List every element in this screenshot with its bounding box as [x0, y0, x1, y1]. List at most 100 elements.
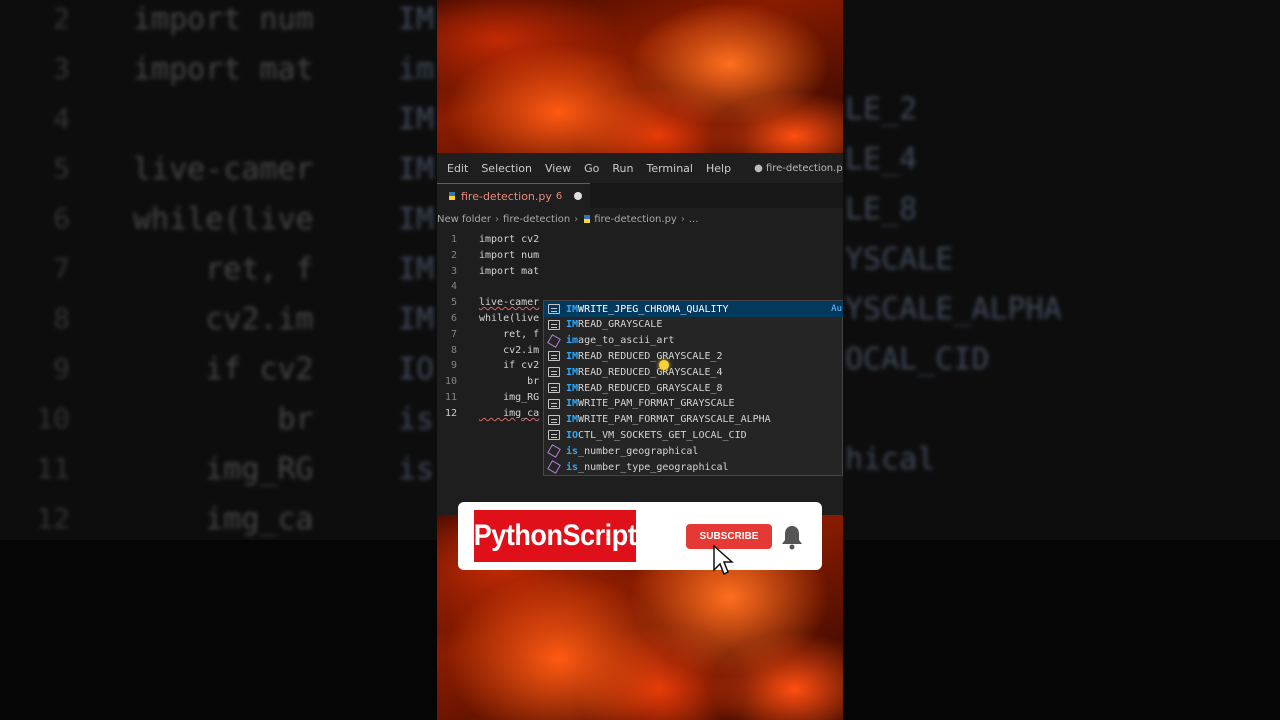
background-suggestion-suffix: LE_8: [845, 192, 918, 227]
breadcrumb-fire-detection[interactable]: fire-detection: [503, 214, 570, 225]
tab-fire-detection[interactable]: fire-detection.py 6: [437, 183, 591, 208]
menu-go[interactable]: Go: [584, 162, 599, 175]
suggestion-item[interactable]: IM WRITE_PAM_FORMAT_GRAYSCALE_ALPHA: [544, 412, 843, 428]
line-number: 7: [450, 328, 457, 340]
subscribe-card: PythonScript SUBSCRIBE: [458, 502, 822, 570]
background-line-number: 2: [53, 2, 70, 35]
suggestion-label: _number_type_geographical: [578, 461, 729, 473]
breadcrumb-new-folder[interactable]: New folder: [437, 214, 491, 225]
click-indicator: [659, 360, 669, 370]
unsaved-dot-icon[interactable]: [574, 192, 583, 200]
suggestion-label: READ_REDUCED_GRAYSCALE_4: [578, 366, 723, 378]
menu-selection[interactable]: Selection: [481, 162, 532, 175]
breadcrumb: New folder › fire-detection › fire-detec…: [437, 210, 843, 228]
menu-view[interactable]: View: [545, 162, 571, 175]
suggestion-item[interactable]: IM READ_REDUCED_GRAYSCALE_4: [544, 364, 843, 380]
suggestion-label: READ_REDUCED_GRAYSCALE_2: [578, 350, 723, 362]
code-line[interactable]: live-camer: [479, 297, 539, 308]
suggestion-match: IM: [566, 398, 579, 410]
menu-edit[interactable]: Edit: [447, 162, 468, 175]
suggestion-item[interactable]: im age_to_ascii_art: [544, 333, 843, 349]
suggestion-match: IM: [566, 303, 579, 315]
python-file-icon: [584, 215, 591, 223]
background-suggestion-prefix: im: [398, 52, 435, 87]
line-number: 3: [450, 265, 457, 277]
line-number: 6: [450, 313, 457, 324]
constant-icon: [548, 304, 560, 314]
method-icon: [547, 333, 561, 348]
background-suggestion-suffix: OCAL_CID: [845, 342, 990, 377]
suggestion-label: _number_geographical: [578, 445, 699, 457]
code-line[interactable]: while(live: [479, 313, 539, 324]
constant-icon: [548, 367, 560, 378]
background-suggestion-suffix: LE_4: [845, 142, 918, 177]
suggestion-item[interactable]: is _number_type_geographical: [544, 459, 843, 475]
background-suggestion-prefix: IM: [398, 202, 435, 237]
background-line-number: 11: [36, 452, 70, 485]
background-code-line: live-camer: [133, 152, 314, 187]
suggestion-match: IM: [566, 414, 579, 426]
code-line[interactable]: img_RG: [479, 392, 539, 403]
suggestion-label: WRITE_PAM_FORMAT_GRAYSCALE: [578, 398, 735, 410]
code-line[interactable]: if cv2: [479, 360, 539, 371]
menu-bar: Edit Selection View Go Run Terminal Help…: [437, 153, 843, 183]
menu-terminal[interactable]: Terminal: [646, 162, 693, 175]
background-line-number: 12: [36, 502, 70, 535]
line-number: 12: [444, 407, 457, 419]
suggestion-item[interactable]: IM READ_GRAYSCALE: [544, 317, 843, 333]
breadcrumb-symbol[interactable]: ...: [689, 214, 699, 225]
constant-icon: [548, 414, 560, 425]
suggestion-label: CTL_VM_SOCKETS_GET_LOCAL_CID: [578, 429, 747, 441]
code-line[interactable]: import cv2: [479, 234, 539, 245]
background-line-number: 9: [53, 352, 70, 385]
background-code-line: import num: [133, 2, 314, 37]
line-number: 8: [450, 344, 457, 356]
background-suggestion-prefix: IM: [398, 302, 435, 337]
bell-icon[interactable]: [780, 524, 804, 550]
background-code-line: import mat: [133, 52, 314, 87]
suggestion-item[interactable]: IM WRITE_JPEG_CHROMA_QUALITY Au: [544, 301, 843, 317]
background-code-line: img_RG: [133, 452, 314, 487]
editor-area[interactable]: 1 import cv2 2 import num 3 import mat 4 5 live-…: [437, 228, 843, 515]
chevron-right-icon: ›: [574, 213, 579, 225]
background-line-number: 3: [53, 52, 70, 85]
menu-run[interactable]: Run: [612, 162, 633, 175]
code-line[interactable]: cv2.im: [479, 345, 539, 356]
line-number: 4: [450, 281, 457, 293]
menu-help[interactable]: Help: [706, 162, 731, 175]
suggestion-item[interactable]: is _number_geographical: [544, 443, 843, 459]
background-code-line: img_ca: [133, 502, 314, 537]
chevron-right-icon: ›: [495, 213, 500, 225]
background-code-line: while(live: [133, 202, 314, 237]
constant-icon: [548, 351, 560, 362]
background-suggestion-prefix: IM: [398, 252, 435, 287]
suggestion-match: IM: [566, 382, 579, 394]
breadcrumb-file[interactable]: fire-detection.py: [594, 214, 677, 225]
suggestion-match: is: [566, 445, 579, 457]
code-line[interactable]: br: [479, 376, 539, 387]
background-suggestion-prefix: IM: [398, 152, 435, 187]
suggestion-item[interactable]: IM WRITE_PAM_FORMAT_GRAYSCALE: [544, 396, 843, 412]
channel-name-logo: PythonScript: [474, 510, 637, 562]
code-line[interactable]: import num: [479, 250, 539, 261]
background-line-number: 4: [53, 102, 70, 135]
code-line[interactable]: import mat: [479, 266, 539, 277]
code-line[interactable]: ret, f: [479, 329, 539, 340]
background-line-number: 5: [53, 152, 70, 185]
background-line-number: 6: [53, 202, 70, 235]
suggestion-item[interactable]: IM READ_REDUCED_GRAYSCALE_8: [544, 380, 843, 396]
suggestion-label: WRITE_JPEG_CHROMA_QUALITY: [578, 303, 729, 315]
method-icon: [547, 444, 561, 459]
background-suggestion-prefix: IM: [398, 102, 435, 137]
problem-count-badge: 6: [555, 190, 563, 202]
suggestion-item[interactable]: IM READ_REDUCED_GRAYSCALE_2: [544, 348, 843, 364]
line-number: 1: [450, 234, 457, 245]
fire-background-top: [437, 0, 843, 160]
background-code-line: if cv2: [133, 352, 314, 387]
code-line[interactable]: img_ca: [479, 408, 539, 419]
background-suggestion-prefix: is: [398, 402, 435, 437]
tab-bar: fire-detection.py 6: [437, 183, 843, 208]
background-suggestion-prefix: IM: [398, 2, 435, 37]
line-number: 5: [450, 297, 457, 309]
suggestion-item[interactable]: IO CTL_VM_SOCKETS_GET_LOCAL_CID: [544, 427, 843, 443]
